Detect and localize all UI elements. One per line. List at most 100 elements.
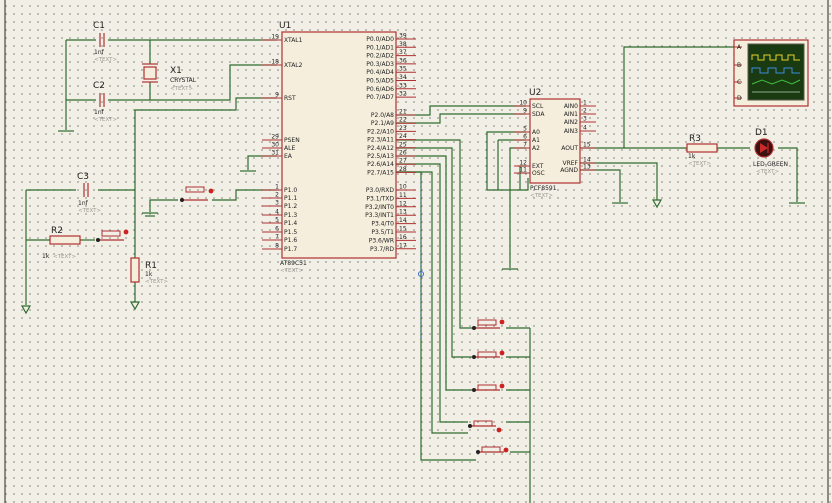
led-d1[interactable]: D1 LED-GREEN <TEXT> xyxy=(753,128,788,175)
pin-label: P1.0 xyxy=(284,187,297,194)
pin-number: 9 xyxy=(275,92,279,99)
chip-u2[interactable]: U2 PCF8591 <TEXT> 10 SCL 9 SDA 5 A0 6 A1 7 A2 12 EX… xyxy=(514,88,596,199)
button-reset[interactable] xyxy=(96,229,129,242)
pin-label: P2.0/A8 xyxy=(371,112,394,119)
pin-label: P3.1/TXD xyxy=(366,195,394,202)
u2-hidden: <TEXT> xyxy=(530,193,553,199)
pin-number: 33 xyxy=(399,82,407,89)
wires xyxy=(25,39,798,503)
scope-channel-label: D xyxy=(737,95,742,102)
schematic-canvas[interactable]: C1 1nf <TEXT> C2 1nf <TEXT> C3 1nf <TEXT… xyxy=(0,0,832,503)
pin-number: 7 xyxy=(523,142,527,149)
r1-ref: R1 xyxy=(145,261,157,271)
c2-value: 1nf xyxy=(94,109,105,116)
button-key-1[interactable] xyxy=(472,319,505,330)
scope-channel-label: C xyxy=(737,79,741,86)
pin-number: 2 xyxy=(275,192,279,199)
pin-label: A0 xyxy=(532,129,540,136)
pin-number: 16 xyxy=(399,234,407,241)
button-key-3[interactable] xyxy=(472,383,505,392)
pin-label: P0.4/AD4 xyxy=(366,69,394,76)
pin-label: P2.2/A10 xyxy=(367,128,394,135)
oscilloscope[interactable]: ABCD xyxy=(733,39,809,107)
pin-label: XTAL2 xyxy=(284,62,303,69)
u1-right-pins: 39 P0.0/AD0 38 P0.1/AD1 37 P0.2/AD2 36 P0.3/AD3… xyxy=(365,33,416,253)
pin-label: P1.1 xyxy=(284,195,297,202)
capacitor-c1[interactable]: C1 1nf <TEXT> xyxy=(93,21,117,63)
pin-number: 14 xyxy=(583,157,591,164)
r2-ref: R2 xyxy=(51,226,63,236)
u1-ref: U1 xyxy=(279,21,291,31)
c2-ref: C2 xyxy=(93,81,105,91)
r3-value: 1k xyxy=(688,153,696,160)
pin-number: 15 xyxy=(399,226,407,233)
pin-label: P1.3 xyxy=(284,212,297,219)
pin-number: 10 xyxy=(399,184,407,191)
pin-number: 11 xyxy=(399,192,407,199)
pin-number: 30 xyxy=(271,142,279,149)
pin-label: SCL xyxy=(532,103,544,110)
resistor-r2[interactable]: R2 1k <TEXT> xyxy=(42,226,81,260)
c1-ref: C1 xyxy=(93,21,105,31)
pin-label: P2.7/A15 xyxy=(367,169,394,176)
pin-label: PSEN xyxy=(284,137,300,144)
capacitor-c2[interactable]: C2 1nf <TEXT> xyxy=(93,81,117,123)
pin-number: 28 xyxy=(399,166,407,173)
pin-number: 12 xyxy=(399,200,407,207)
d1-value: LED-GREEN xyxy=(753,161,788,168)
pin-label: P3.3/INT1 xyxy=(365,212,394,219)
scope-channel-label: B xyxy=(737,62,741,69)
pin-label: P3.5/T1 xyxy=(371,229,394,236)
c3-hidden: <TEXT> xyxy=(78,208,101,214)
pin-label: P3.0/RXD xyxy=(366,187,394,194)
schematic-sheet[interactable]: C1 1nf <TEXT> C2 1nf <TEXT> C3 1nf <TEXT… xyxy=(0,0,832,503)
pin-label: AIN3 xyxy=(564,128,578,135)
resistor-r1[interactable]: R1 1k <TEXT> xyxy=(130,257,168,285)
pin-number: 37 xyxy=(399,49,407,56)
pin-label: P1.5 xyxy=(284,229,297,236)
button-key-5[interactable] xyxy=(476,446,509,454)
pin-number: 32 xyxy=(399,91,407,98)
u2-part: PCF8591 xyxy=(530,185,557,192)
pin-label: P1.7 xyxy=(284,246,297,253)
pin-number: 17 xyxy=(399,242,407,249)
pin-label: P3.4/T0 xyxy=(371,221,394,228)
pin-label: EA xyxy=(284,153,293,160)
pin-label: P1.4 xyxy=(284,220,297,227)
c2-hidden: <TEXT> xyxy=(94,117,117,123)
chip-u1[interactable]: U1 AT89C51 <TEXT> 19 XTAL118 XTAL29 RST29 PS… xyxy=(262,21,416,274)
pin-number: 26 xyxy=(399,150,407,157)
pin-label: P0.3/AD3 xyxy=(366,61,394,68)
r2-hidden: <TEXT> xyxy=(53,254,76,260)
pin-number: 19 xyxy=(271,34,279,41)
pin-label: ALE xyxy=(284,145,295,152)
pin-number: 21 xyxy=(399,109,407,116)
resistor-r3[interactable]: R3 1k <TEXT> xyxy=(686,134,718,167)
pin-number: 15 xyxy=(583,142,591,149)
d1-hidden: <TEXT> xyxy=(756,169,779,175)
u2-ref: U2 xyxy=(529,88,541,98)
pin-label: P0.2/AD2 xyxy=(366,53,394,60)
c1-value: 1nf xyxy=(94,49,105,56)
button-p1-0[interactable] xyxy=(180,186,214,202)
pin-label: P0.1/AD1 xyxy=(366,44,394,51)
pin-label: P0.0/AD0 xyxy=(366,36,394,43)
r1-hidden: <TEXT> xyxy=(145,279,168,285)
pin-label: P0.6/AD6 xyxy=(366,86,394,93)
pin-number: 6 xyxy=(523,134,527,141)
pin-number: 7 xyxy=(275,234,279,241)
pin-number: 23 xyxy=(399,125,407,132)
pin-label: EXT xyxy=(532,163,544,170)
pin-number: 14 xyxy=(399,217,407,224)
pin-label: P0.7/AD7 xyxy=(366,94,394,101)
pin-number: 3 xyxy=(275,200,279,207)
button-key-4[interactable] xyxy=(468,420,502,433)
pin-label: P2.6/A14 xyxy=(367,161,394,168)
pin-number: 9 xyxy=(523,108,527,115)
pin-number: 3 xyxy=(583,116,587,123)
pin-label: P2.3/A11 xyxy=(367,137,394,144)
pin-number: 12 xyxy=(519,160,527,167)
pin-label: AIN1 xyxy=(564,111,578,118)
button-key-2[interactable] xyxy=(472,350,505,359)
capacitor-c3[interactable]: C3 1nf <TEXT> xyxy=(77,172,101,214)
